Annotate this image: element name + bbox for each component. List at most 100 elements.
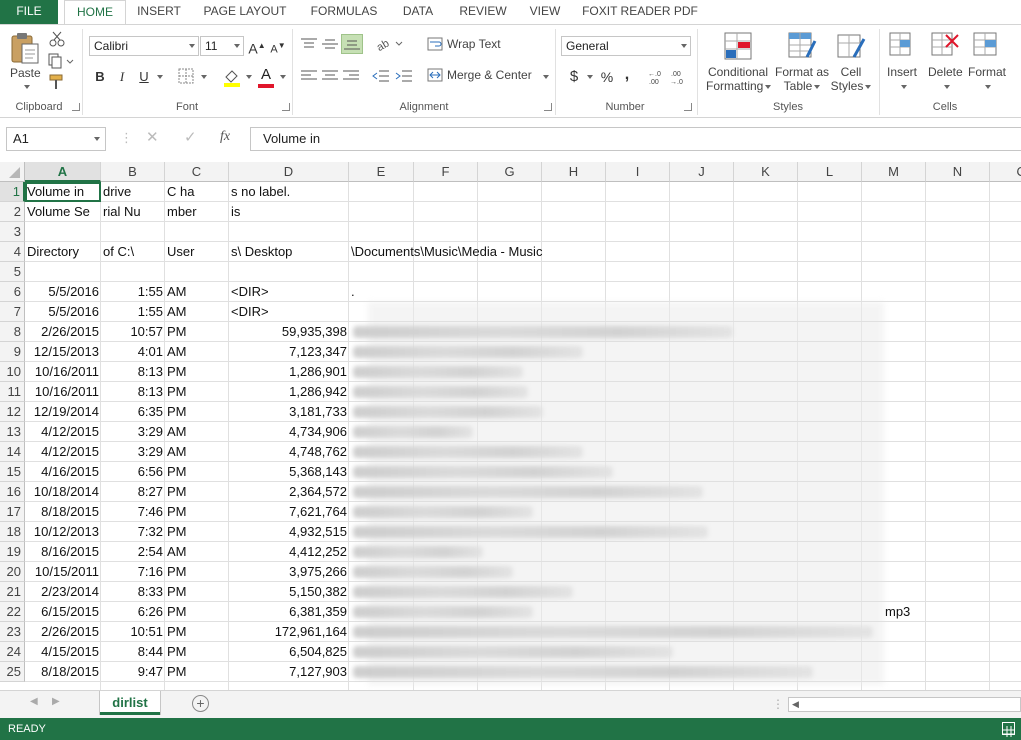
font-color-button[interactable]: A xyxy=(256,65,276,85)
cell-c-6[interactable]: AM xyxy=(165,282,229,302)
cell-c-19[interactable]: AM xyxy=(165,542,229,562)
cell-b-5[interactable] xyxy=(101,262,165,282)
tab-foxit-reader-pdf[interactable]: FOXIT READER PDF xyxy=(578,0,702,24)
cell-d-12[interactable]: 3,181,733 xyxy=(229,402,349,422)
cell-a-9[interactable]: 12/15/2013 xyxy=(25,342,101,362)
row-header[interactable]: 11 xyxy=(0,382,25,402)
row-header[interactable]: 16 xyxy=(0,482,25,502)
cell-c-21[interactable]: PM xyxy=(165,582,229,602)
cell-d-21[interactable]: 5,150,382 xyxy=(229,582,349,602)
wrap-text-button[interactable]: Wrap Text xyxy=(447,37,501,51)
cell-c-7[interactable]: AM xyxy=(165,302,229,322)
cell-a-14[interactable]: 4/12/2015 xyxy=(25,442,101,462)
row-header[interactable]: 19 xyxy=(0,542,25,562)
row-header[interactable]: 1 xyxy=(0,182,25,202)
tab-data[interactable]: DATA xyxy=(394,0,442,24)
orientation-icon[interactable]: ab xyxy=(374,36,404,54)
row-header[interactable]: 14 xyxy=(0,442,25,462)
paste-dropdown-icon[interactable] xyxy=(24,85,30,89)
delete-dropdown-icon[interactable] xyxy=(944,85,950,89)
clipboard-dialog-launcher-icon[interactable] xyxy=(72,103,80,111)
cut-icon[interactable] xyxy=(48,31,66,47)
cell-a-2[interactable]: Volume Se xyxy=(25,202,101,222)
row-header[interactable]: 4 xyxy=(0,242,25,262)
normal-view-icon[interactable] xyxy=(1002,722,1015,737)
cell-b-2[interactable]: rial Nu xyxy=(101,202,165,222)
format-painter-icon[interactable] xyxy=(48,74,66,90)
font-dialog-launcher-icon[interactable] xyxy=(282,103,290,111)
cell-d-23[interactable]: 172,961,164 xyxy=(229,622,349,642)
underline-dropdown-icon[interactable] xyxy=(157,75,163,79)
row-header[interactable]: 21 xyxy=(0,582,25,602)
cell-d-3[interactable] xyxy=(229,222,349,242)
cell-c-24[interactable]: PM xyxy=(165,642,229,662)
column-header-f[interactable]: F xyxy=(414,162,478,182)
column-header-l[interactable]: L xyxy=(798,162,862,182)
cell-c-25[interactable]: PM xyxy=(165,662,229,682)
cell-a-19[interactable]: 8/16/2015 xyxy=(25,542,101,562)
format-cells-icon[interactable] xyxy=(972,31,1000,59)
cell-c-15[interactable]: PM xyxy=(165,462,229,482)
wrap-text-icon[interactable] xyxy=(427,37,443,51)
cell-a-18[interactable]: 10/12/2013 xyxy=(25,522,101,542)
cell-d-4[interactable]: s\ Desktop xyxy=(229,242,349,262)
row-header[interactable]: 24 xyxy=(0,642,25,662)
borders-dropdown-icon[interactable] xyxy=(201,75,207,79)
font-size-dropdown[interactable]: 11 xyxy=(200,36,244,56)
cell-c-3[interactable] xyxy=(165,222,229,242)
insert-button[interactable]: Insert xyxy=(887,65,917,79)
format-dropdown-icon[interactable] xyxy=(985,85,991,89)
tab-insert[interactable]: INSERT xyxy=(130,0,188,24)
cell-b-7[interactable]: 1:55 xyxy=(101,302,165,322)
align-left-icon[interactable] xyxy=(300,69,318,83)
scroll-left-icon[interactable]: ◀ xyxy=(792,699,799,710)
cell-c-17[interactable]: PM xyxy=(165,502,229,522)
column-header-o[interactable]: O xyxy=(990,162,1021,182)
copy-icon[interactable] xyxy=(48,53,74,69)
column-header-h[interactable]: H xyxy=(542,162,606,182)
cell-a-6[interactable]: 5/5/2016 xyxy=(25,282,101,302)
cell-e-4[interactable]: \Documents\Music\Media - Music xyxy=(349,242,649,262)
cell-b-15[interactable]: 6:56 xyxy=(101,462,165,482)
merge-center-dropdown-icon[interactable] xyxy=(543,75,549,79)
cell-styles-icon[interactable] xyxy=(836,31,866,61)
cell-a-7[interactable]: 5/5/2016 xyxy=(25,302,101,322)
cell-c-12[interactable]: PM xyxy=(165,402,229,422)
cell-d-20[interactable]: 3,975,266 xyxy=(229,562,349,582)
currency-button[interactable]: $ xyxy=(564,67,584,87)
row-header[interactable]: 3 xyxy=(0,222,25,242)
align-right-icon[interactable] xyxy=(342,69,360,83)
cell-d-15[interactable]: 5,368,143 xyxy=(229,462,349,482)
row-header[interactable]: 2 xyxy=(0,202,25,222)
cell-d-19[interactable]: 4,412,252 xyxy=(229,542,349,562)
decrease-indent-icon[interactable] xyxy=(372,69,390,83)
cell-b-19[interactable]: 2:54 xyxy=(101,542,165,562)
cell-b-8[interactable]: 10:57 xyxy=(101,322,165,342)
cell-a-3[interactable] xyxy=(25,222,101,242)
row-header[interactable]: 9 xyxy=(0,342,25,362)
cell-a-12[interactable]: 12/19/2014 xyxy=(25,402,101,422)
cell-c-14[interactable]: AM xyxy=(165,442,229,462)
cell-d-13[interactable]: 4,734,906 xyxy=(229,422,349,442)
cell-d-10[interactable]: 1,286,901 xyxy=(229,362,349,382)
cell-c-11[interactable]: PM xyxy=(165,382,229,402)
cell-a-11[interactable]: 10/16/2011 xyxy=(25,382,101,402)
number-format-dropdown[interactable]: General xyxy=(561,36,691,56)
column-header-i[interactable]: I xyxy=(606,162,670,182)
column-header-j[interactable]: J xyxy=(670,162,734,182)
cell-b-11[interactable]: 8:13 xyxy=(101,382,165,402)
conditional-formatting-icon[interactable] xyxy=(723,31,753,61)
currency-dropdown-icon[interactable] xyxy=(587,75,593,79)
number-dialog-launcher-icon[interactable] xyxy=(684,103,692,111)
column-header-d[interactable]: D xyxy=(229,162,349,182)
cell-d-5[interactable] xyxy=(229,262,349,282)
column-header-n[interactable]: N xyxy=(926,162,990,182)
delete-cells-icon[interactable] xyxy=(930,31,960,59)
cell-c-10[interactable]: PM xyxy=(165,362,229,382)
cell-a-16[interactable]: 10/18/2014 xyxy=(25,482,101,502)
cell-b-13[interactable]: 3:29 xyxy=(101,422,165,442)
cell-d-17[interactable]: 7,621,764 xyxy=(229,502,349,522)
cell-c-5[interactable] xyxy=(165,262,229,282)
cell-a-5[interactable] xyxy=(25,262,101,282)
fill-color-dropdown-icon[interactable] xyxy=(246,75,252,79)
